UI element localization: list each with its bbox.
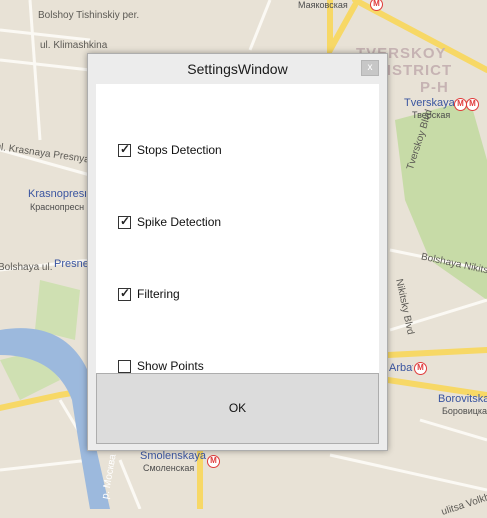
metro-icon[interactable]: M [414,362,427,375]
checkmark-icon: ✓ [120,142,131,156]
metro-station-name: Tverskaya [404,97,455,109]
checkmark-icon: ✓ [120,286,131,300]
map-road-label: Bolshaya ul. [0,262,53,273]
stops-detection-label: Stops Detection [137,143,222,157]
metro-station-name: Presnenskaya [54,258,88,270]
metro-station-name-ru: Краснопресн [30,202,85,212]
spike-detection-checkbox[interactable]: ✓ [118,214,131,229]
map-road-label: Bolshoy Tishinskiy per. [38,10,140,21]
show-points-checkbox[interactable] [118,360,131,373]
show-points-label: Show Points [137,359,204,373]
metro-station-name: Krasnopresnenskaya [28,188,86,200]
metro-station-name: Маяковская [298,0,348,10]
metro-station-name: Borovitskaya [438,393,487,405]
settings-window: SettingsWindow x ✓ Stops Detection ✓ Spi… [87,53,388,451]
metro-station-name-ru: Боровицкая [442,406,487,416]
stops-detection-checkbox[interactable]: ✓ [118,142,131,157]
checkmark-icon: ✓ [120,214,131,228]
settings-panel: ✓ Stops Detection ✓ Spike Detection ✓ Fi… [96,84,379,444]
metro-station-name-ru: Тверская [412,110,451,120]
metro-station-name: Smolenskaya [140,450,207,462]
spike-detection-label: Spike Detection [137,215,222,229]
metro-station-name-ru: Смоленская [143,463,195,473]
filtering-checkbox[interactable]: ✓ [118,286,131,301]
ok-button[interactable]: OK [96,373,379,444]
window-title: SettingsWindow [187,61,288,77]
title-bar[interactable]: SettingsWindow x [88,54,387,84]
close-button[interactable]: x [361,60,379,76]
district-label: Р-Н [420,79,449,96]
filtering-label: Filtering [137,287,180,301]
metro-icon[interactable]: M [207,455,220,468]
metro-station-name: Arbatskaya [389,362,413,374]
metro-icon[interactable]: M [466,98,479,111]
map-road-label: ul. Klimashkina [40,40,108,51]
